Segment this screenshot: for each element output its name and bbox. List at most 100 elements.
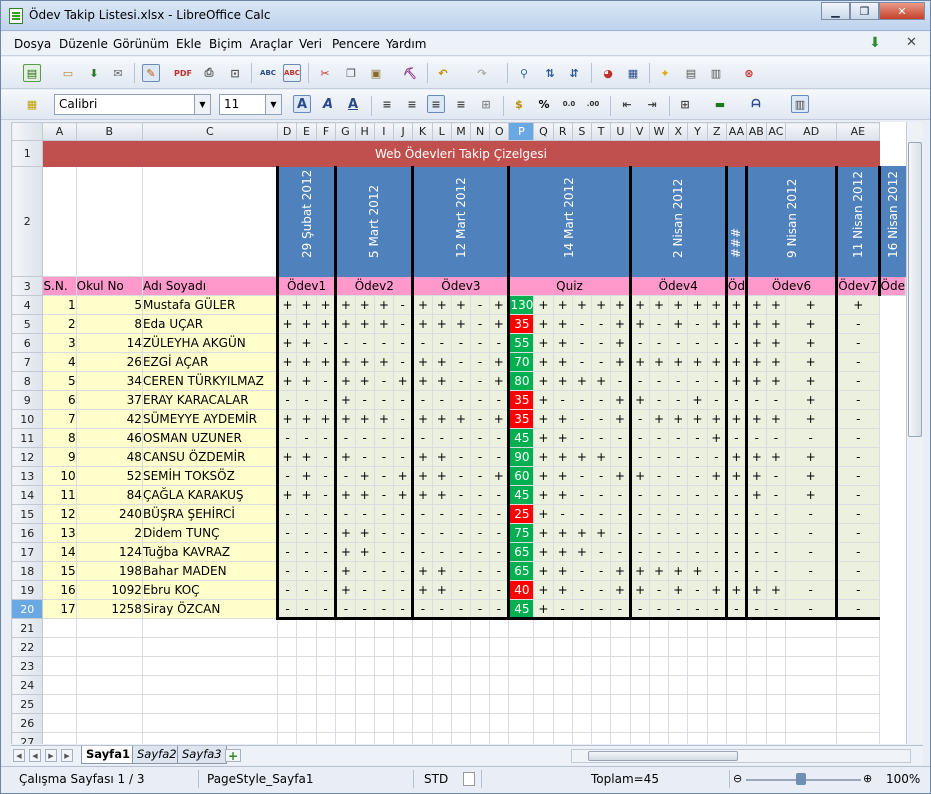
homework-mark-cell[interactable]: - (590, 542, 612, 562)
homework-mark-cell[interactable]: - (315, 466, 337, 486)
homework-mark-cell[interactable]: + (431, 466, 452, 486)
menu-araclar[interactable]: Araçlar (250, 37, 293, 51)
homework-mark-cell[interactable]: - (373, 371, 395, 391)
row-header[interactable]: 27 (11, 732, 44, 744)
menu-pencere[interactable]: Pencere (332, 37, 380, 51)
empty-cell[interactable] (42, 713, 77, 733)
homework-mark-cell[interactable]: - (354, 504, 375, 524)
homework-mark-cell[interactable]: - (470, 428, 491, 448)
homework-mark-cell[interactable]: + (610, 466, 631, 486)
column-header[interactable]: M (450, 122, 472, 141)
homework-mark-cell[interactable]: - (724, 504, 747, 524)
homework-mark-cell[interactable]: - (785, 523, 838, 543)
close-button[interactable]: ✕ (879, 2, 925, 20)
empty-cell[interactable] (315, 637, 337, 657)
homework-mark-cell[interactable]: - (610, 485, 631, 505)
homework-mark-cell[interactable]: + (571, 295, 593, 315)
column-header[interactable]: D (276, 122, 298, 141)
homework-mark-cell[interactable]: - (785, 580, 838, 600)
homework-mark-cell[interactable]: - (470, 504, 491, 524)
sheet-tab-sayfa3[interactable]: Sayfa3 (177, 746, 227, 764)
empty-cell[interactable] (412, 675, 433, 695)
student-okul-no[interactable]: 8 (75, 314, 143, 334)
homework-mark-cell[interactable]: - (668, 447, 689, 467)
homework-mark-cell[interactable]: + (610, 409, 631, 429)
homework-mark-cell[interactable]: - (489, 485, 510, 505)
spreadsheet-grid[interactable]: A B C D E F G H I J K L M N O P Q R S T U V W X Y Z AA AB AC AD AE 1 Web… (11, 122, 906, 744)
empty-cell[interactable] (571, 656, 593, 676)
zoom-in-icon[interactable]: ⊕ (863, 772, 872, 785)
homework-mark-cell[interactable]: - (687, 485, 708, 505)
homework-mark-cell[interactable]: - (835, 523, 880, 543)
homework-mark-cell[interactable]: - (354, 390, 375, 410)
homework-mark-cell[interactable]: - (835, 409, 880, 429)
homework-mark-cell[interactable]: - (706, 371, 727, 391)
sheet-tab-sayfa2[interactable]: Sayfa2 (132, 746, 182, 764)
empty-cell[interactable] (552, 656, 573, 676)
homework-mark-cell[interactable]: + (706, 409, 727, 429)
empty-cell[interactable] (629, 656, 650, 676)
open-folder-icon[interactable]: ▭ (59, 64, 77, 82)
homework-mark-cell[interactable]: + (354, 485, 375, 505)
homework-mark-cell[interactable]: - (765, 523, 787, 543)
homework-mark-cell[interactable]: + (628, 580, 650, 600)
homework-mark-cell[interactable]: - (706, 447, 727, 467)
empty-cell[interactable] (706, 656, 727, 676)
homework-mark-cell[interactable]: + (411, 314, 433, 334)
homework-mark-cell[interactable]: - (835, 504, 880, 524)
homework-mark-cell[interactable]: - (354, 447, 375, 467)
empty-cell[interactable] (668, 637, 689, 657)
header-okul-no[interactable]: Okul No (75, 276, 143, 296)
homework-mark-cell[interactable]: + (275, 409, 298, 429)
sheet-title[interactable]: Web Ödevleri Takip Çizelgesi (42, 140, 880, 167)
empty-cell[interactable] (450, 694, 472, 714)
column-header[interactable]: C (141, 122, 278, 141)
homework-mark-cell[interactable]: - (450, 390, 472, 410)
student-okul-no[interactable]: 37 (75, 390, 143, 410)
homework-mark-cell[interactable]: - (275, 428, 298, 448)
homework-mark-cell[interactable]: - (431, 428, 452, 448)
column-header[interactable]: R (552, 122, 573, 141)
homework-mark-cell[interactable]: + (706, 428, 727, 448)
homework-mark-cell[interactable]: + (533, 428, 554, 448)
homework-mark-cell[interactable]: - (470, 352, 491, 372)
homework-mark-cell[interactable]: - (687, 466, 708, 486)
student-name[interactable]: EZGİ AÇAR (141, 352, 278, 372)
homework-mark-cell[interactable]: - (571, 561, 593, 581)
homework-mark-cell[interactable]: + (411, 466, 433, 486)
menu-gorunum[interactable]: Görünüm (113, 37, 169, 51)
empty-cell[interactable] (373, 713, 395, 733)
homework-mark-cell[interactable]: - (835, 314, 880, 334)
empty-cell[interactable] (276, 675, 298, 695)
chevron-down-icon[interactable]: ▼ (265, 95, 281, 114)
column-header[interactable]: Z (706, 122, 727, 141)
homework-mark-cell[interactable]: - (392, 409, 414, 429)
student-name[interactable]: ZÜLEYHA AKGÜN (141, 333, 278, 353)
homework-mark-cell[interactable]: + (296, 409, 317, 429)
empty-cell[interactable] (42, 166, 77, 277)
homework-mark-cell[interactable]: - (610, 428, 631, 448)
quiz-score-cell[interactable]: 70 (507, 352, 535, 372)
homework-mark-cell[interactable]: - (687, 371, 708, 391)
homework-mark-cell[interactable]: - (450, 523, 472, 543)
homework-mark-cell[interactable]: + (334, 295, 356, 315)
homework-mark-cell[interactable]: + (552, 314, 573, 334)
row-header[interactable]: 19 (11, 580, 44, 600)
empty-cell[interactable] (571, 637, 593, 657)
quiz-score-cell[interactable]: 35 (507, 390, 535, 410)
empty-cell[interactable] (648, 637, 670, 657)
homework-mark-cell[interactable]: - (571, 409, 593, 429)
row-header[interactable]: 15 (11, 504, 44, 524)
homework-mark-cell[interactable]: + (334, 523, 356, 543)
homework-mark-cell[interactable]: + (744, 447, 767, 467)
date-header-cell[interactable]: ### (724, 166, 747, 277)
student-sn[interactable]: 17 (42, 599, 77, 619)
homework-mark-cell[interactable]: - (835, 561, 880, 581)
homework-mark-cell[interactable]: - (571, 390, 593, 410)
column-header[interactable]: Y (687, 122, 708, 141)
homework-mark-cell[interactable]: - (411, 523, 433, 543)
homework-mark-cell[interactable]: + (392, 371, 414, 391)
paste-icon[interactable]: ▣ (367, 64, 385, 82)
empty-cell[interactable] (533, 713, 554, 733)
homework-mark-cell[interactable]: - (315, 561, 337, 581)
